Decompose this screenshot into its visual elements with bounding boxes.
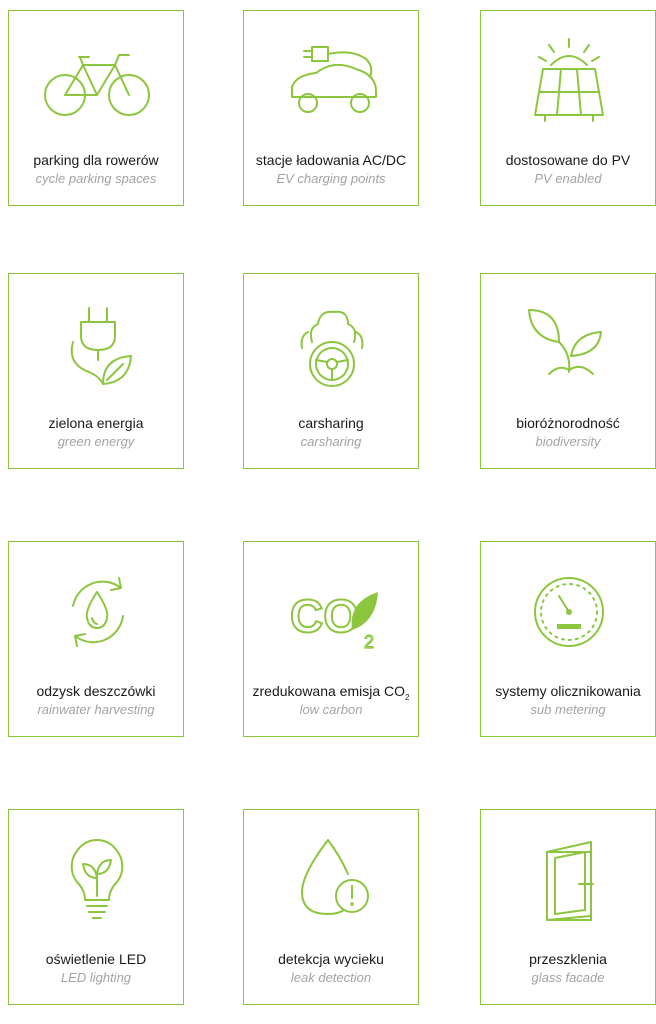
water-recycle-icon — [37, 566, 157, 656]
feature-tile-carsharing: carsharing carsharing — [243, 273, 419, 469]
feature-tile-sub-metering: systemy olicznikowania sub metering — [480, 541, 656, 737]
leak-drop-icon — [272, 834, 392, 924]
tile-sublabel: carsharing — [300, 434, 362, 449]
tile-sublabel: PV enabled — [534, 171, 602, 186]
tile-sublabel: low carbon — [299, 702, 363, 717]
feature-tile-leak-detection: detekcja wycieku leak detection — [243, 809, 419, 1005]
tile-sublabel: leak detection — [290, 970, 372, 985]
tile-sublabel: LED lighting — [60, 970, 132, 985]
tile-sublabel: EV charging points — [276, 171, 386, 186]
feature-tile-glass-facade: przeszklenia glass facade — [480, 809, 656, 1005]
sprout-icon — [509, 298, 629, 388]
tile-label: przeszklenia — [529, 951, 607, 967]
tile-label: parking dla rowerów — [33, 152, 159, 168]
tile-sublabel: glass facade — [531, 970, 605, 985]
tile-label: odzysk deszczówki — [36, 683, 156, 699]
carsharing-icon — [272, 298, 392, 388]
tile-sublabel: cycle parking spaces — [35, 171, 157, 186]
tile-label: detekcja wycieku — [278, 951, 384, 967]
door-icon — [509, 834, 629, 924]
feature-tile-green-energy: zielona energia green energy — [8, 273, 184, 469]
solar-panel-icon — [509, 35, 629, 125]
bicycle-icon — [37, 35, 157, 125]
tile-label: systemy olicznikowania — [495, 683, 641, 699]
tile-sublabel: green energy — [57, 434, 135, 449]
feature-tile-cycle-parking: parking dla rowerów cycle parking spaces — [8, 10, 184, 206]
tile-label: oświetlenie LED — [45, 951, 147, 967]
feature-tile-ev-charging: stacje ładowania AC/DC EV charging point… — [243, 10, 419, 206]
tile-sublabel: rainwater harvesting — [37, 702, 155, 717]
svg-text:CO: CO — [290, 590, 359, 642]
feature-tile-biodiversity: bioróżnorodność biodiversity — [480, 273, 656, 469]
feature-tile-pv: dostosowane do PV PV enabled — [480, 10, 656, 206]
meter-gauge-icon — [509, 566, 629, 656]
tile-label: zielona energia — [48, 415, 144, 431]
feature-tile-low-carbon: CO 2 zredukowana emisja CO2 low carbon — [243, 541, 419, 737]
plug-leaf-icon — [37, 298, 157, 388]
feature-tile-rainwater: odzysk deszczówki rainwater harvesting — [8, 541, 184, 737]
tile-label: bioróżnorodność — [516, 415, 620, 431]
tile-label: stacje ładowania AC/DC — [255, 152, 407, 168]
svg-text:2: 2 — [364, 632, 374, 652]
tile-label: carsharing — [298, 415, 364, 431]
tile-label: dostosowane do PV — [505, 152, 631, 168]
co2-leaf-icon: CO 2 — [272, 566, 392, 656]
ev-charging-car-icon — [272, 35, 392, 125]
tile-sublabel: sub metering — [530, 702, 606, 717]
led-bulb-icon — [37, 834, 157, 924]
feature-tile-led: oświetlenie LED LED lighting — [8, 809, 184, 1005]
tile-label: zredukowana emisja CO2 — [252, 683, 410, 702]
tile-sublabel: biodiversity — [535, 434, 601, 449]
